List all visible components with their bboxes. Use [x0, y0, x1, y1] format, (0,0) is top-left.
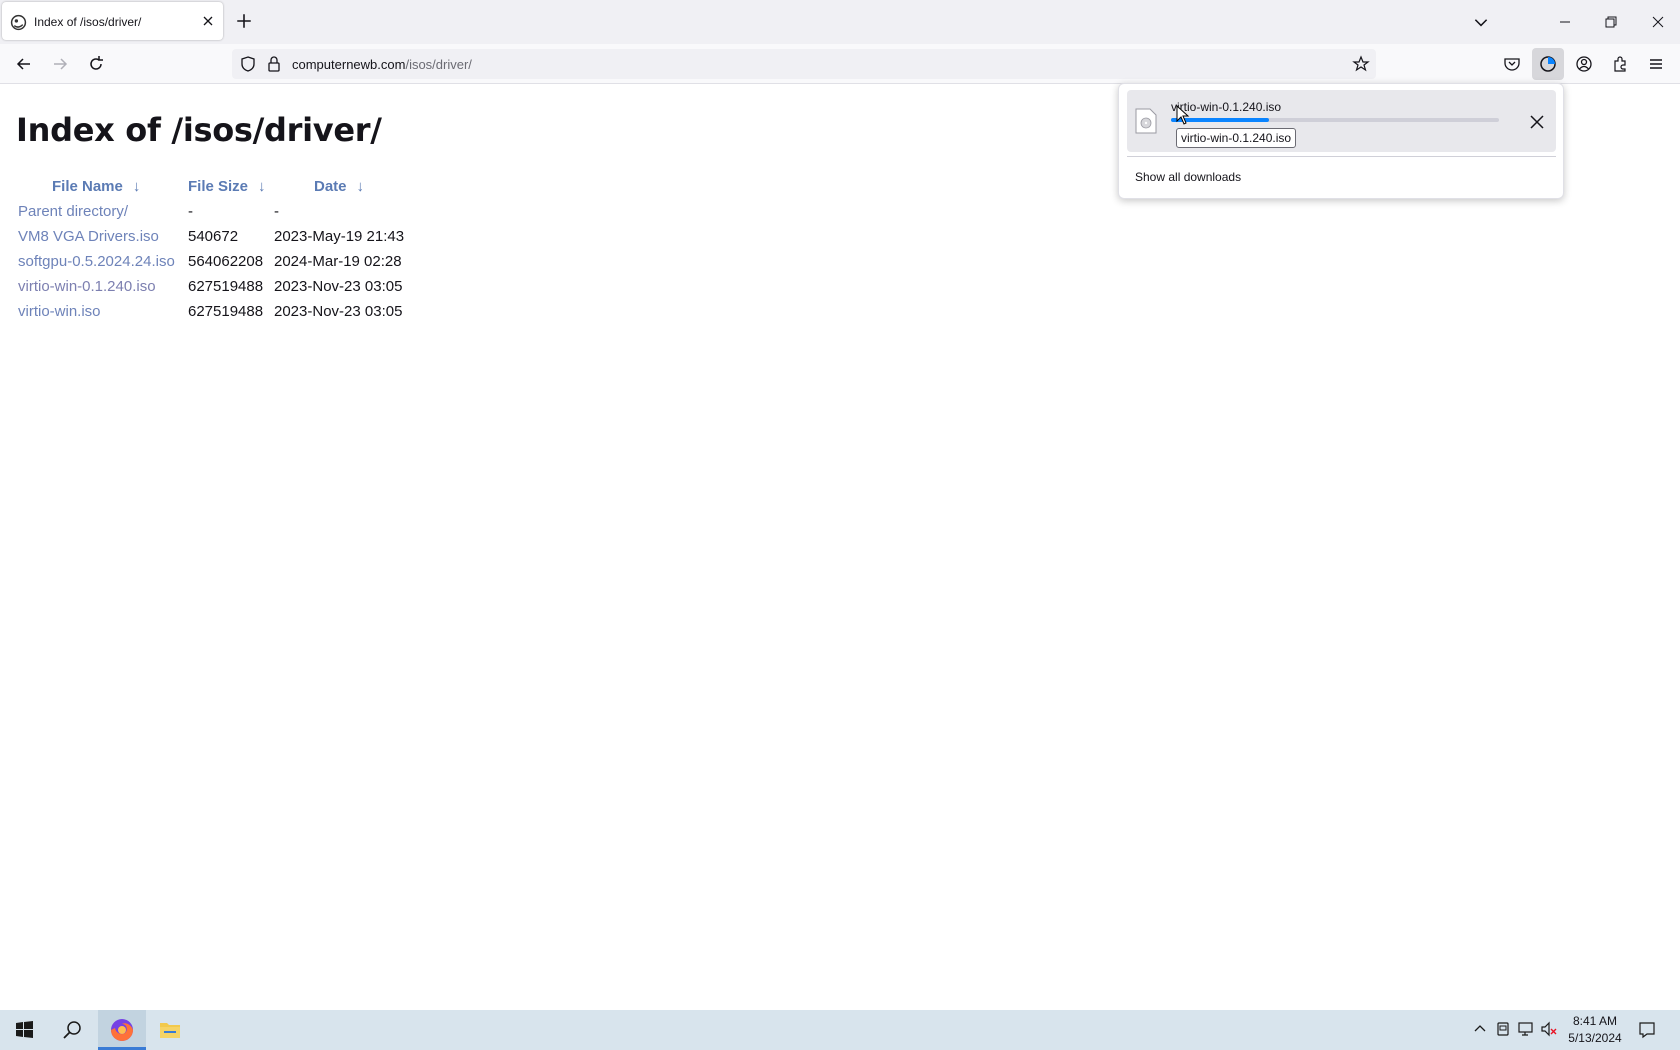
- file-date-cell: 2023-Nov-23 03:05: [274, 278, 403, 295]
- menu-icon[interactable]: [1646, 54, 1666, 74]
- table-row: VM8 VGA Drivers.iso 540672 2023-May-19 2…: [16, 224, 406, 249]
- bookmark-star-icon[interactable]: [1351, 54, 1371, 74]
- file-date-cell: -: [274, 203, 279, 220]
- url-text: computernewb.com/isos/driver/: [292, 57, 472, 72]
- table-row: virtio-win.iso 627519488 2023-Nov-23 03:…: [16, 299, 406, 324]
- file-size-cell: 540672: [188, 228, 239, 245]
- file-icon: [1135, 108, 1157, 134]
- notifications-icon[interactable]: [1638, 1021, 1656, 1039]
- new-tab-icon[interactable]: [235, 12, 253, 30]
- file-name-cell: softgpu-0.5.2024.24.iso: [16, 249, 186, 274]
- extensions-icon[interactable]: [1610, 54, 1630, 74]
- tooltip: virtio-win-0.1.240.iso: [1176, 128, 1297, 148]
- volume-muted-icon[interactable]: [1540, 1020, 1558, 1038]
- table-row: Parent directory/ - -: [16, 199, 406, 224]
- cancel-download-icon[interactable]: [1529, 114, 1545, 130]
- restore-icon[interactable]: [1601, 12, 1621, 32]
- file-size-cell: 627519488: [188, 278, 264, 295]
- close-window-icon[interactable]: [1648, 12, 1668, 32]
- sort-arrow-icon: ↓: [258, 177, 266, 195]
- lock-icon[interactable]: [264, 54, 284, 74]
- tab-title: Index of /isos/driver/: [34, 15, 142, 29]
- pocket-icon[interactable]: [1502, 54, 1522, 74]
- column-header-label: File Name: [52, 177, 123, 195]
- page-content: Index of /isos/driver/ File Name ↓ File S…: [0, 85, 1680, 1010]
- file-name-cell: virtio-win-0.1.240.iso: [16, 274, 186, 299]
- minimize-icon[interactable]: [1555, 12, 1575, 32]
- file-name-cell: VM8 VGA Drivers.iso: [16, 224, 186, 249]
- mouse-cursor-icon: [1176, 105, 1190, 125]
- file-link[interactable]: virtio-win-0.1.240.iso: [18, 278, 156, 295]
- table-row: virtio-win-0.1.240.iso 627519488 2023-No…: [16, 274, 406, 299]
- sort-arrow-icon: ↓: [356, 177, 365, 195]
- download-progress-bar: [1171, 118, 1499, 122]
- file-size-cell: -: [188, 203, 193, 220]
- file-listing-table: File Name ↓ File Size ↓ Date ↓ Parent direc…: [16, 173, 406, 324]
- account-icon[interactable]: [1574, 54, 1594, 74]
- file-link[interactable]: softgpu-0.5.2024.24.iso: [18, 253, 175, 270]
- site-favicon-icon: [10, 14, 27, 31]
- sort-arrow-icon: ↓: [132, 177, 141, 195]
- url-bar[interactable]: computernewb.com/isos/driver/: [232, 49, 1376, 79]
- column-header-label: File Size: [188, 177, 249, 195]
- downloads-progress-icon[interactable]: [1538, 54, 1558, 74]
- network-icon[interactable]: [1517, 1020, 1535, 1038]
- url-domain: computernewb.com: [292, 57, 406, 72]
- file-link[interactable]: virtio-win.iso: [18, 303, 101, 320]
- file-link[interactable]: Parent directory/: [18, 203, 128, 220]
- page-title: Index of /isos/driver/: [16, 111, 382, 149]
- show-hidden-icons-icon[interactable]: [1471, 1020, 1489, 1038]
- firefox-icon[interactable]: [98, 1010, 146, 1050]
- column-header-date[interactable]: Date ↓: [272, 173, 406, 199]
- file-date-cell: 2024-Mar-19 02:28: [274, 253, 402, 270]
- back-icon[interactable]: [14, 54, 34, 74]
- close-tab-icon[interactable]: [200, 13, 216, 29]
- forward-icon[interactable]: [50, 54, 70, 74]
- table-header-row: File Name ↓ File Size ↓ Date ↓: [16, 173, 406, 199]
- taskbar: 8:41 AM 5/13/2024: [0, 1010, 1680, 1050]
- search-icon[interactable]: [48, 1010, 96, 1050]
- file-name-cell: virtio-win.iso: [16, 299, 186, 324]
- file-date-cell: 2023-Nov-23 03:05: [274, 303, 403, 320]
- clock-date[interactable]: 5/13/2024: [1560, 1031, 1630, 1045]
- url-path: /isos/driver/: [405, 57, 472, 72]
- show-all-downloads-button[interactable]: Show all downloads: [1135, 170, 1241, 184]
- column-header-file-size[interactable]: File Size ↓: [186, 173, 272, 199]
- navigation-toolbar: computernewb.com/isos/driver/: [0, 44, 1680, 84]
- divider: [1127, 156, 1556, 157]
- file-date-cell: 2023-May-19 21:43: [274, 228, 405, 245]
- table-row: softgpu-0.5.2024.24.iso 564062208 2024-M…: [16, 249, 406, 274]
- tab-active[interactable]: Index of /isos/driver/: [2, 2, 223, 40]
- list-all-tabs-icon[interactable]: [1472, 13, 1490, 31]
- start-windows-icon[interactable]: [0, 1010, 48, 1050]
- file-explorer-icon[interactable]: [146, 1010, 194, 1050]
- file-name-cell: Parent directory/: [16, 199, 186, 224]
- file-size-cell: 627519488: [188, 303, 264, 320]
- reload-icon[interactable]: [86, 54, 106, 74]
- clock-time[interactable]: 8:41 AM: [1560, 1014, 1630, 1028]
- file-link[interactable]: VM8 VGA Drivers.iso: [18, 228, 159, 245]
- column-header-label: Date: [314, 177, 347, 195]
- device-icon[interactable]: [1494, 1020, 1512, 1038]
- tracking-protection-shield-icon[interactable]: [238, 54, 258, 74]
- tab-strip: Index of /isos/driver/: [0, 0, 1680, 44]
- column-header-file-name[interactable]: File Name ↓: [16, 173, 186, 199]
- file-size-cell: 564062208: [188, 253, 264, 270]
